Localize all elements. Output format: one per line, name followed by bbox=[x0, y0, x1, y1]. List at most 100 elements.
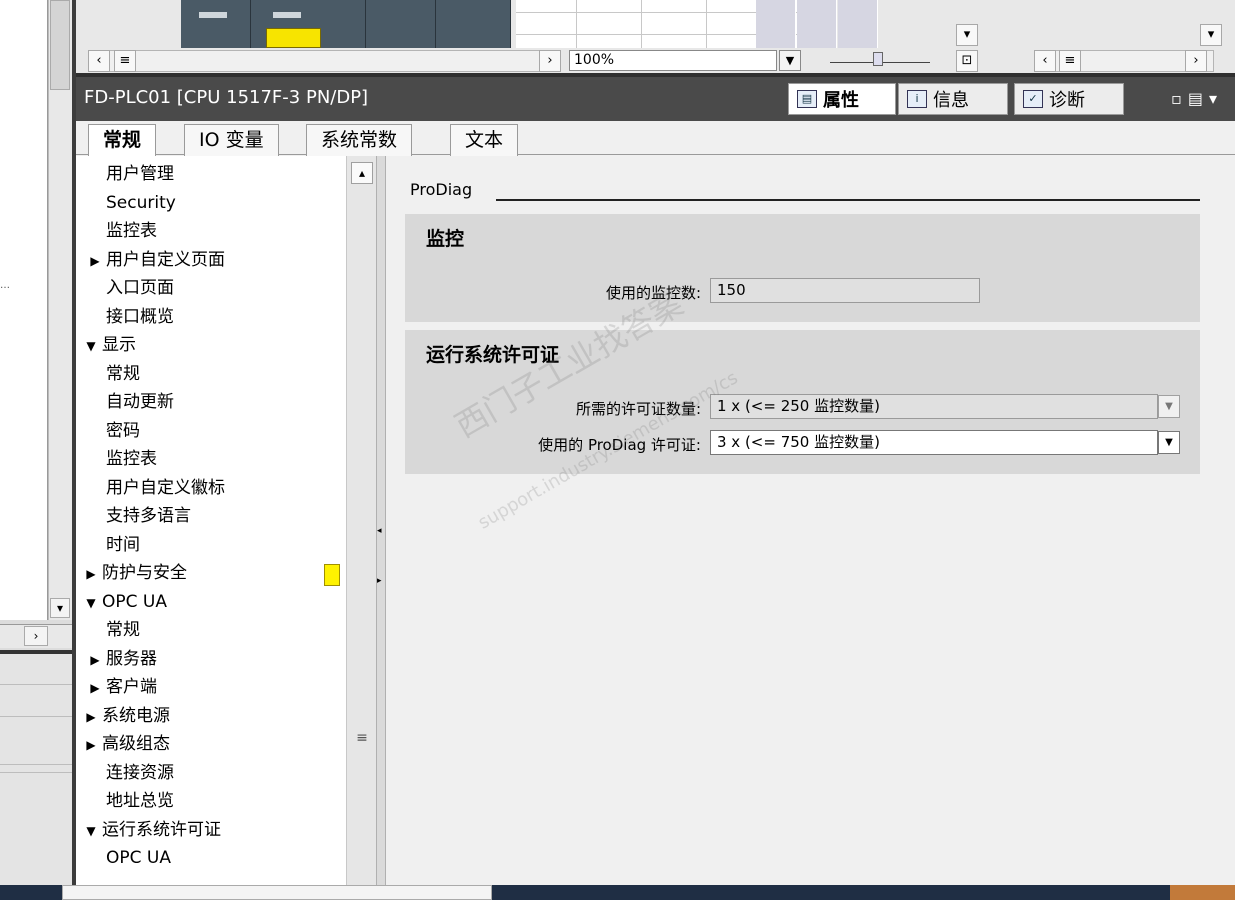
nav-item[interactable]: ▶ 系统电源 bbox=[80, 702, 170, 730]
zoom-dropdown-icon[interactable]: ▼ bbox=[779, 50, 801, 71]
nav-item[interactable]: 支持多语言 bbox=[106, 502, 191, 530]
diagnostics-icon: ✓ bbox=[1023, 90, 1043, 108]
runtime-license-group: 运行系统许可证 所需的许可证数量: 1 x (<= 250 监控数量) ▼ 使用… bbox=[405, 330, 1200, 474]
nav-item[interactable]: ▶ 防护与安全 bbox=[80, 559, 187, 587]
scroll-left-icon[interactable]: ‹ bbox=[1034, 50, 1056, 72]
taskbar bbox=[0, 885, 1235, 900]
nav-item[interactable]: 常规 bbox=[106, 616, 140, 644]
nav-item-label: 监控表 bbox=[106, 449, 157, 469]
nav-item[interactable]: 监控表 bbox=[106, 217, 157, 245]
nav-item[interactable]: 用户自定义徽标 bbox=[106, 474, 225, 502]
cpu-module-label[interactable] bbox=[266, 28, 321, 48]
nav-item[interactable]: 连接资源 bbox=[106, 759, 174, 787]
nav-item[interactable]: 接口概览 bbox=[106, 303, 174, 331]
tab-texts[interactable]: 文本 bbox=[450, 124, 519, 156]
scroll-thumb-icon[interactable]: ≡ bbox=[114, 50, 136, 72]
scroll-down-icon[interactable]: ▾ bbox=[1200, 24, 1222, 46]
tab-system-constants[interactable]: 系统常数 bbox=[306, 124, 413, 156]
nav-item-label: 服务器 bbox=[106, 648, 157, 669]
project-tree-scroll-thumb[interactable] bbox=[50, 0, 70, 90]
used-monitors-label: 使用的监控数: bbox=[605, 284, 701, 302]
runtime-license-title: 运行系统许可证 bbox=[426, 344, 560, 366]
nav-item[interactable]: 常规 bbox=[106, 360, 140, 388]
nav-item[interactable]: 地址总览 bbox=[106, 787, 174, 815]
nav-item-label: 用户自定义页面 bbox=[106, 249, 225, 270]
dropdown-arrow-icon[interactable]: ▼ bbox=[1158, 431, 1180, 454]
nav-item[interactable]: 监控表 bbox=[106, 445, 157, 473]
tab-properties[interactable]: ▤ 属性 bbox=[788, 83, 896, 115]
device-view-hscrollbar[interactable] bbox=[88, 50, 548, 72]
scroll-right-icon[interactable]: › bbox=[1185, 50, 1207, 72]
nav-item[interactable]: ▶ 用户自定义页面 bbox=[84, 246, 225, 274]
nav-item[interactable]: 自动更新 bbox=[106, 388, 174, 416]
tab-info[interactable]: i 信息 bbox=[898, 83, 1008, 115]
used-license-select[interactable]: 3 x (<= 750 监控数量) bbox=[710, 430, 1158, 455]
collapse-arrow-icon[interactable]: ▼ bbox=[80, 332, 102, 360]
ellipsis-mark: … bbox=[0, 280, 10, 291]
nav-item[interactable]: 密码 bbox=[106, 417, 140, 445]
window-controls-icon[interactable]: ▫▤▾ bbox=[1171, 89, 1223, 108]
nav-item-label: 运行系统许可证 bbox=[102, 819, 221, 840]
expand-arrow-icon[interactable]: ▶ bbox=[80, 560, 102, 588]
scroll-right-icon[interactable]: › bbox=[539, 50, 561, 72]
collapse-arrow-icon[interactable]: ▼ bbox=[80, 589, 102, 617]
nav-item[interactable]: ▶ 客户端 bbox=[84, 673, 157, 701]
collapse-arrow-icon[interactable]: ▼ bbox=[80, 817, 102, 845]
module-slot bbox=[797, 0, 837, 48]
details-view-area bbox=[0, 654, 72, 885]
nav-item-label: 系统电源 bbox=[102, 705, 170, 726]
monitoring-group: 监控 使用的监控数: 150 bbox=[405, 214, 1200, 322]
tab-diagnostics[interactable]: ✓ 诊断 bbox=[1014, 83, 1124, 115]
nav-item[interactable]: ▼ 运行系统许可证 bbox=[80, 816, 221, 844]
nav-item[interactable]: ▼ OPC UA bbox=[80, 588, 167, 616]
scroll-down-icon[interactable]: ▾ bbox=[50, 598, 70, 618]
dropdown-arrow-icon: ▼ bbox=[1158, 395, 1180, 418]
tab-info-label: 信息 bbox=[933, 90, 969, 111]
tab-properties-label: 属性 bbox=[823, 90, 859, 111]
nav-item[interactable]: 时间 bbox=[106, 531, 140, 559]
nav-item[interactable]: ▼ 显示 bbox=[80, 331, 136, 359]
nav-item-label: 入口页面 bbox=[106, 278, 174, 298]
scroll-down-icon[interactable]: ▾ bbox=[956, 24, 978, 46]
expand-arrow-icon[interactable]: ▶ bbox=[84, 646, 106, 674]
taskbar-search[interactable] bbox=[62, 885, 492, 900]
nav-item[interactable]: 入口页面 bbox=[106, 274, 174, 302]
collapse-left-icon[interactable]: ◂ bbox=[377, 526, 382, 536]
nav-item[interactable]: Security bbox=[106, 189, 176, 217]
expand-arrow-icon[interactable]: ▶ bbox=[84, 247, 106, 275]
expand-arrow-icon[interactable]: ▶ bbox=[80, 731, 102, 759]
nav-item[interactable]: ▶ 高级组态 bbox=[80, 730, 170, 758]
scroll-up-icon[interactable]: ▴ bbox=[351, 162, 373, 184]
tab-general[interactable]: 常规 bbox=[88, 124, 157, 157]
project-tree-panel: … ▾ › bbox=[0, 0, 76, 885]
project-tree-scrollbar[interactable] bbox=[48, 0, 72, 620]
expand-arrow-icon[interactable]: ▶ bbox=[80, 703, 102, 731]
device-title: FD-PLC01 [CPU 1517F-3 PN/DP] bbox=[84, 87, 369, 108]
nav-item-label: 连接资源 bbox=[106, 762, 174, 783]
nav-item-label: 密码 bbox=[106, 420, 140, 441]
property-content: ProDiag 监控 使用的监控数: 150 运行系统许可证 所需的许可证数量:… bbox=[386, 156, 1235, 885]
scroll-right-icon[interactable]: › bbox=[24, 626, 48, 646]
used-monitors-field: 150 bbox=[710, 278, 980, 303]
tab-io-tags[interactable]: IO 变量 bbox=[184, 124, 279, 156]
section-title: ProDiag bbox=[410, 180, 473, 199]
device-rack[interactable] bbox=[181, 0, 511, 48]
used-license-label: 使用的 ProDiag 许可证: bbox=[538, 436, 701, 454]
expand-right-icon[interactable]: ▸ bbox=[377, 576, 382, 586]
zoom-slider-thumb[interactable] bbox=[873, 52, 883, 66]
nav-item-label: OPC UA bbox=[102, 591, 167, 612]
taskbar-app-button[interactable] bbox=[1170, 885, 1235, 900]
scroll-thumb-icon[interactable]: ≡ bbox=[1059, 50, 1081, 72]
scroll-left-icon[interactable]: ‹ bbox=[88, 50, 110, 72]
nav-scrollbar[interactable]: ▴ ≡ bbox=[346, 156, 376, 885]
nav-item[interactable]: ▶ 服务器 bbox=[84, 645, 157, 673]
nav-item-label: 接口概览 bbox=[106, 306, 174, 327]
nav-item[interactable]: OPC UA bbox=[106, 844, 171, 872]
nav-splitter[interactable]: ◂ ▸ bbox=[376, 156, 386, 885]
properties-icon: ▤ bbox=[797, 90, 817, 108]
expand-arrow-icon[interactable]: ▶ bbox=[84, 674, 106, 702]
module-slot bbox=[756, 0, 796, 48]
zoom-input[interactable]: 100% bbox=[569, 50, 777, 71]
nav-item[interactable]: 用户管理 bbox=[106, 160, 174, 188]
overview-navigation-icon[interactable]: ⊡ bbox=[956, 50, 978, 72]
